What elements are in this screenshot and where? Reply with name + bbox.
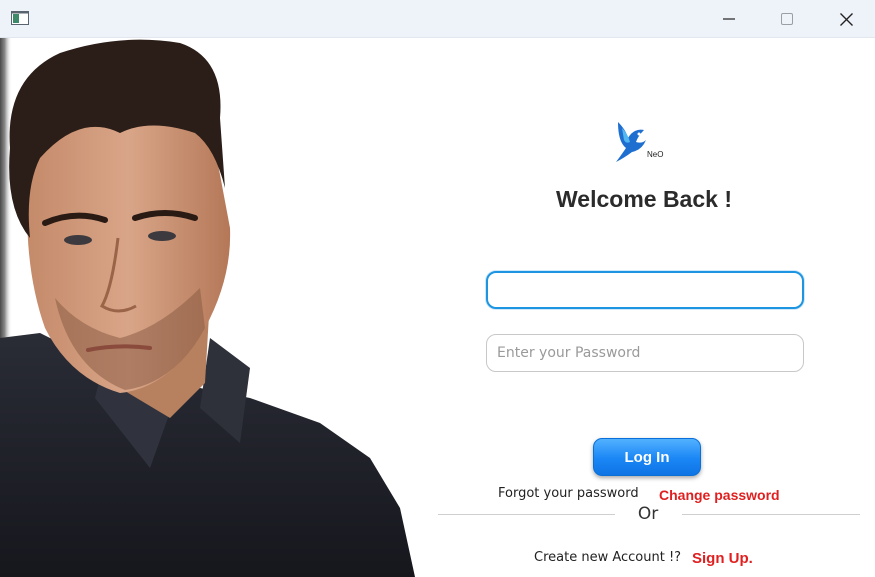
- portrait-image: [0, 38, 435, 577]
- or-label: Or: [637, 504, 659, 524]
- close-button[interactable]: [817, 0, 875, 38]
- logo-text: NeO: [647, 150, 664, 159]
- minimize-button[interactable]: [700, 0, 758, 38]
- logo: NeO: [612, 120, 668, 164]
- man-portrait-photo: [0, 38, 415, 577]
- welcome-heading: Welcome Back !: [556, 186, 732, 212]
- separator-right: [682, 514, 860, 515]
- minimize-icon: [723, 18, 735, 20]
- app-window-icon: [11, 11, 29, 25]
- sign-up-link[interactable]: Sign Up.: [692, 550, 753, 567]
- username-field[interactable]: [486, 271, 804, 309]
- create-account-label: Create new Account !?: [534, 550, 682, 565]
- maximize-button[interactable]: [758, 0, 816, 38]
- window-titlebar: [0, 0, 875, 38]
- maximize-icon: [781, 13, 793, 25]
- change-password-link[interactable]: Change password: [659, 487, 780, 503]
- login-button[interactable]: Log In: [593, 438, 701, 476]
- separator-left: [438, 514, 615, 515]
- password-field[interactable]: [486, 334, 804, 372]
- forgot-password-label: Forgot your password: [498, 486, 639, 501]
- close-icon: [839, 12, 853, 26]
